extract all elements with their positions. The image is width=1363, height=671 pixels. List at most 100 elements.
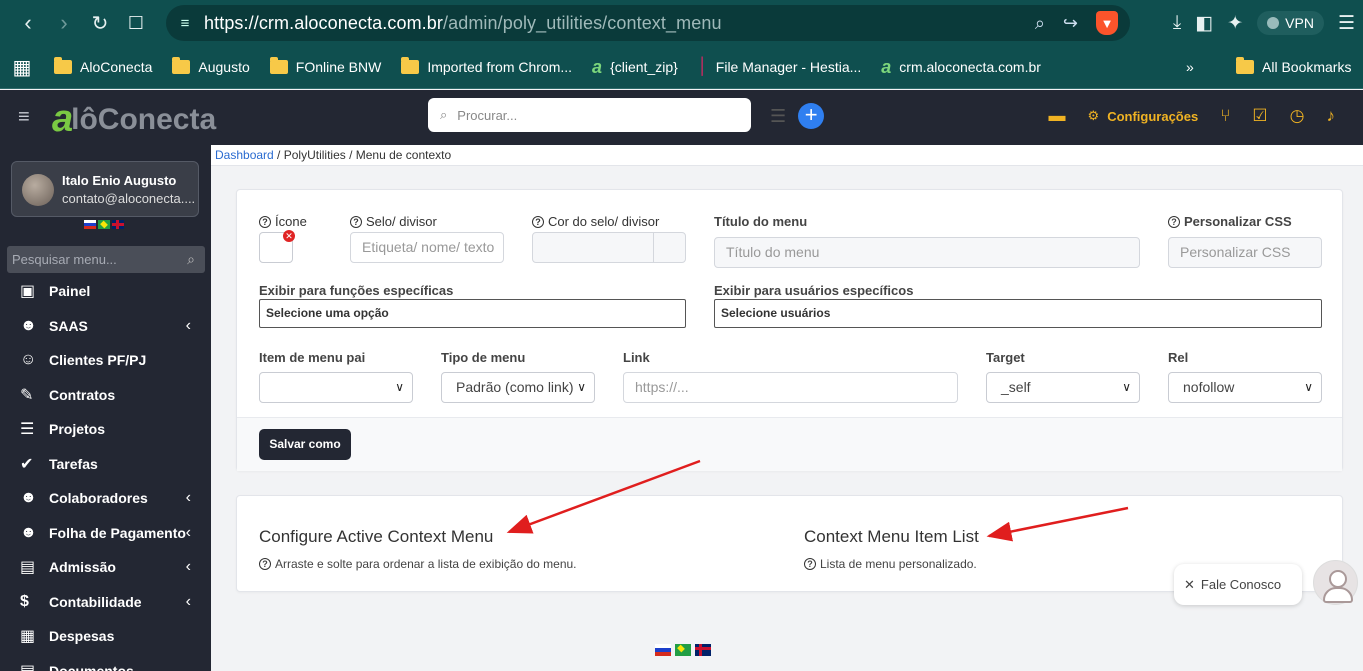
sidebar-item-label: SAAS — [49, 317, 88, 334]
sidebar-item[interactable]: ☻ Colaboradores ‹ — [0, 481, 211, 516]
icon-label-text: Ícone — [275, 214, 307, 229]
roles-select[interactable]: Selecione uma opção — [259, 299, 686, 328]
zoom-icon[interactable]: ⌕ — [1035, 13, 1045, 34]
reload-icon[interactable]: ↻ — [82, 5, 118, 41]
uk-flag-icon[interactable] — [112, 220, 124, 229]
search-input[interactable]: ⌕ Procurar... — [428, 98, 751, 132]
link-input[interactable]: https://... — [623, 372, 958, 403]
site-settings-icon[interactable]: ≡ — [166, 15, 204, 32]
close-icon[interactable]: ✕ — [1184, 577, 1195, 593]
russian-flag-icon[interactable] — [84, 220, 96, 229]
id-card-icon[interactable]: ▬ — [1049, 106, 1066, 126]
chevron-left-icon: ‹ — [185, 489, 191, 507]
icon-picker[interactable]: ✕ — [259, 230, 295, 263]
quick-add-button[interactable]: + — [798, 103, 825, 129]
url-text[interactable]: https://crm.aloconecta.com.br/admin/poly… — [204, 13, 722, 34]
menu-toggle-icon[interactable]: ≡ — [18, 106, 30, 129]
menu-search-input[interactable]: Pesquisar menu... ⌕ — [7, 246, 205, 273]
help-icon: ? — [350, 215, 362, 228]
back-icon[interactable]: ‹ — [10, 5, 46, 41]
logo[interactable]: a lôConecta — [52, 98, 216, 141]
bookmark-item[interactable]: Imported from Chrom... — [391, 57, 582, 75]
apps-grid-icon[interactable]: ▦ — [0, 55, 44, 80]
target-select[interactable]: _self ∨ — [986, 372, 1140, 403]
bookmark-label: AloConecta — [80, 59, 153, 75]
chevron-down-icon: ∨ — [1304, 380, 1313, 394]
custom-css-input[interactable]: Personalizar CSS — [1168, 237, 1322, 268]
list-icon[interactable]: ☰ — [770, 106, 786, 127]
sidebar-item[interactable]: ▤Documentos — [0, 654, 211, 671]
uk-flag-icon[interactable] — [695, 644, 711, 656]
icon-label: ? Ícone — [259, 214, 307, 229]
brave-shield-icon[interactable]: ▼ — [1096, 11, 1118, 35]
language-flags — [84, 220, 124, 229]
settings-button[interactable]: ⚙ Configurações — [1088, 108, 1199, 124]
bookmark-item[interactable]: a {client_zip} — [582, 57, 688, 78]
type-select[interactable]: Padrão (como link) ∨ — [441, 372, 595, 403]
seal-color-input[interactable] — [532, 232, 686, 263]
sidebar-item[interactable]: ☻ SAAS ‹ — [0, 309, 211, 344]
russian-flag-icon[interactable] — [655, 644, 671, 656]
sidebar-item[interactable]: ▣ Painel — [0, 274, 211, 309]
parent-select[interactable]: ∨ — [259, 372, 413, 403]
color-divider — [653, 233, 654, 262]
sidebar-item[interactable]: ☺ Clientes PF/PJ — [0, 343, 211, 378]
brazil-flag-icon[interactable] — [98, 220, 110, 229]
sidebar-toggle-icon[interactable]: ◧ — [1195, 12, 1213, 35]
bookmark-icon[interactable]: ☐ — [118, 5, 154, 41]
download-icon[interactable]: ⤓ — [1173, 12, 1181, 34]
chat-avatar-icon[interactable] — [1313, 560, 1358, 605]
clear-icon[interactable]: ✕ — [283, 230, 295, 242]
all-bookmarks[interactable]: All Bookmarks — [1226, 57, 1361, 75]
bookmark-item[interactable]: Augusto — [162, 57, 259, 75]
sidebar-item[interactable]: ▤ Admissão ‹ — [0, 550, 211, 585]
sidebar-item-label: Despesas — [49, 628, 115, 645]
bookmark-item[interactable]: │ File Manager - Hestia... — [688, 58, 872, 76]
bookmark-label: crm.aloconecta.com.br — [899, 59, 1041, 75]
sidebar-item[interactable]: ▦ Despesas — [0, 619, 211, 654]
rel-select[interactable]: nofollow ∨ — [1168, 372, 1322, 403]
target-label: Target — [986, 350, 1025, 365]
save-button[interactable]: Salvar como — [259, 429, 351, 460]
sidebar-item-label: Clientes PF/PJ — [49, 352, 147, 369]
address-bar[interactable]: ≡ https://crm.aloconecta.com.br/admin/po… — [166, 5, 1130, 41]
user-profile[interactable]: Italo Enio Augusto contato@aloconecta...… — [11, 161, 199, 217]
more-bookmarks-icon[interactable]: » — [1176, 59, 1204, 75]
seal-label-text: Selo/ divisor — [366, 214, 437, 229]
forward-icon[interactable]: › — [46, 5, 82, 41]
menu-title-input[interactable]: Título do menu — [714, 237, 1140, 268]
chevron-down-icon: ∨ — [395, 380, 404, 394]
sidebar-item[interactable]: ☻ Folha de Pagamento ‹ — [0, 516, 211, 551]
custom-css-placeholder: Personalizar CSS — [1180, 244, 1291, 260]
seal-input[interactable]: Etiqueta/ nome/ texto — [350, 232, 504, 263]
bell-icon[interactable]: ♪ — [1327, 106, 1336, 126]
gear-icon: ⚙ — [1087, 108, 1100, 123]
folder-icon — [1236, 57, 1254, 74]
url-host: https://crm.aloconecta.com.br — [204, 12, 443, 33]
sidebar-item[interactable]: ☰ Projetos — [0, 412, 211, 447]
leo-ai-icon[interactable]: ✦ — [1227, 12, 1243, 35]
help-icon: ? — [804, 558, 816, 570]
sidebar-item-label: Contratos — [49, 386, 116, 403]
bookmark-item[interactable]: a crm.aloconecta.com.br — [871, 57, 1051, 78]
link-placeholder: https://... — [635, 379, 689, 395]
sidebar-item[interactable]: ✎ Contratos — [0, 378, 211, 413]
bookmark-item[interactable]: AloConecta — [44, 57, 162, 75]
task-check-icon[interactable]: ☑ — [1252, 106, 1267, 126]
sidebar-item[interactable]: ✔ Tarefas — [0, 447, 211, 482]
bookmark-item[interactable]: FOnline BNW — [260, 57, 392, 75]
share-icon[interactable]: ↪ — [1063, 13, 1078, 34]
vpn-button[interactable]: VPN — [1257, 11, 1324, 35]
browser-menu-icon[interactable]: ☰ — [1338, 12, 1355, 35]
share-nodes-icon[interactable]: ⑂ — [1220, 106, 1230, 126]
breadcrumb-dashboard-link[interactable]: Dashboard — [215, 148, 274, 162]
all-bookmarks-label: All Bookmarks — [1262, 59, 1352, 75]
users-select[interactable]: Selecione usuários — [714, 299, 1322, 328]
sidebar-item[interactable]: $ Contabilidade ‹ — [0, 585, 211, 620]
target-value: _self — [1001, 379, 1031, 395]
brazil-flag-icon[interactable] — [675, 644, 691, 656]
chat-widget[interactable]: ✕ Fale Conosco — [1174, 564, 1302, 605]
clock-icon[interactable]: ◷ — [1290, 106, 1305, 126]
seal-color-label: ? Cor do selo/ divisor — [532, 214, 659, 229]
users-label: Exibir para usuários específicos — [714, 283, 914, 298]
